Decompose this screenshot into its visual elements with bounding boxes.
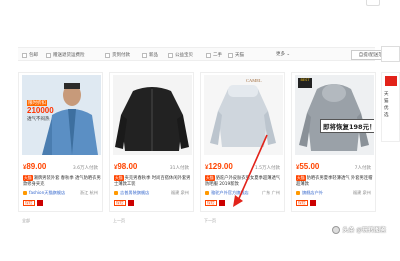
filter-secondhand[interactable]: 二手 <box>206 51 222 59</box>
filter-label: 天猫 <box>235 53 244 58</box>
product-image[interactable]: BEST 即将恢复198元！ <box>295 75 374 155</box>
top-strip <box>0 0 400 8</box>
checkbox-icon[interactable] <box>105 52 110 58</box>
location: 浙江 杭州 <box>79 190 98 195</box>
checkbox-icon[interactable] <box>22 52 27 58</box>
product-card-4[interactable]: BEST 即将恢复198元！ ¥55.00 7人付款 天猫 防晒衣男夏季轻薄透气 … <box>291 72 376 212</box>
product-price: ¥89.00 <box>23 162 47 171</box>
badge-dark-icon <box>127 200 134 206</box>
filter-label: 货到付款 <box>112 53 130 58</box>
tmall-tag: 天猫 <box>114 175 124 181</box>
watermark-logo-icon <box>332 225 341 234</box>
product-title[interactable]: 天猫 潮牌男装外套 春秋季 透气防晒衣男款修身夹克 <box>23 175 101 187</box>
more-filters-button[interactable]: 更多 ⌄ <box>276 51 290 57</box>
product-image[interactable] <box>113 75 192 155</box>
price-restore-banner: 即将恢复198元！ <box>320 119 374 133</box>
badge-dark-icon <box>36 200 43 206</box>
filter-new[interactable]: 新品 <box>142 51 158 59</box>
sales-count: 3.6万人付款 <box>72 166 98 171</box>
badge-dark-icon <box>309 200 316 206</box>
filter-free-shipping[interactable]: 包邮 <box>22 51 38 59</box>
top-tab-cap <box>366 0 380 6</box>
product-card-2[interactable]: ¥98.00 31人付款 天猫 夹克男春秋季 时尚百搭休闲外套男士薄款工装 吉普男… <box>109 72 194 212</box>
side-cart-button[interactable] <box>381 46 400 62</box>
product-card-1[interactable]: 限时折扣 210000 透气不闷热 ¥89.00 3.6万人付款 天猫 潮牌男装外… <box>18 72 103 212</box>
sales-count: 7人付款 <box>354 166 371 171</box>
filter-charity[interactable]: 公益宝贝 <box>168 51 193 59</box>
shop-icon <box>114 191 118 195</box>
tmall-tag: 天猫 <box>296 175 306 181</box>
jacket-photo-black <box>113 75 192 155</box>
checkbox-icon[interactable] <box>228 52 233 58</box>
red-arrow-annotation <box>233 134 268 207</box>
filter-tmall[interactable]: 天猫 <box>228 51 244 59</box>
bottom-link[interactable]: 上一页 <box>113 218 125 224</box>
filter-bar: 包邮 赠送退货运费险 货到付款 新品 公益宝贝 二手 天猫 更多 ⌄ 自提/配送… <box>18 47 395 61</box>
promo-subtitle: 透气不闷热 <box>27 117 50 122</box>
filter-label: 包邮 <box>29 53 38 58</box>
side-advert[interactable]: 天 猫 优 选 <box>381 72 400 142</box>
jacket-photo-man <box>22 75 101 155</box>
product-price: ¥55.00 <box>296 162 320 171</box>
watermark: 头条 @玩转图鉴 <box>332 225 386 234</box>
checkbox-icon[interactable] <box>142 52 147 58</box>
product-card-3[interactable]: CAMEL ¥129.00 1.5万人付款 天猫 骆驼户外皮肤衣男女夏季超薄透气防… <box>200 72 285 212</box>
filter-label: 公益宝贝 <box>175 53 193 58</box>
shop-link[interactable]: fashion天猫旗舰店 <box>23 190 78 196</box>
badges: 保险 <box>114 200 134 206</box>
filter-return-insurance[interactable]: 赠送退货运费险 <box>46 51 85 59</box>
badges: 保险 <box>23 200 43 206</box>
product-price: ¥129.00 <box>205 162 233 171</box>
product-title[interactable]: 天猫 夹克男春秋季 时尚百搭休闲外套男士薄款工装 <box>114 175 192 187</box>
sales-count: 31人付款 <box>169 166 189 171</box>
shop-icon <box>205 191 209 195</box>
side-ad-logo-icon <box>385 76 397 86</box>
badges: 保险 <box>296 200 316 206</box>
badge-dark-icon <box>218 200 225 206</box>
badge-icon: 保险 <box>205 200 217 206</box>
side-ad-text: 选 <box>384 113 389 118</box>
filter-label: 赠送退货运费险 <box>53 53 85 58</box>
promo-number: 210000 <box>27 106 54 115</box>
bottom-link[interactable]: 全部 <box>22 218 30 224</box>
badge-icon: 保险 <box>114 200 126 206</box>
product-title[interactable]: 天猫 防晒衣男夏季轻薄透气 外套男连帽超薄款 <box>296 175 374 187</box>
shop-icon <box>23 191 27 195</box>
brand-logo: BEST <box>298 78 312 88</box>
side-ad-text: 优 <box>384 106 389 111</box>
product-image[interactable]: 限时折扣 210000 透气不闷热 <box>22 75 101 155</box>
product-price: ¥98.00 <box>114 162 138 171</box>
tmall-tag: 天猫 <box>205 175 215 181</box>
side-ad-text: 猫 <box>384 99 389 104</box>
checkbox-icon[interactable] <box>168 52 173 58</box>
badge-icon: 保险 <box>23 200 35 206</box>
tmall-tag: 天猫 <box>23 175 33 181</box>
checkbox-icon[interactable] <box>206 52 211 58</box>
shop-link[interactable]: 吉普男装旗舰店 <box>114 190 169 196</box>
brand-logo: CAMEL <box>246 78 262 83</box>
filter-cod[interactable]: 货到付款 <box>105 51 130 59</box>
location: 福建 泉州 <box>170 190 189 195</box>
location: 福建 泉州 <box>352 190 371 195</box>
shop-icon <box>296 191 300 195</box>
checkbox-icon[interactable] <box>46 52 51 58</box>
badges: 保险 <box>205 200 225 206</box>
filter-label: 新品 <box>149 53 158 58</box>
badge-icon: 保险 <box>296 200 308 206</box>
bottom-links: 全部 上一页 下一页 <box>18 218 378 226</box>
bottom-link[interactable]: 下一页 <box>204 218 216 224</box>
filter-label: 二手 <box>213 53 222 58</box>
shop-link[interactable]: 旗舰店户外 <box>296 190 351 196</box>
side-ad-text: 天 <box>384 92 389 97</box>
